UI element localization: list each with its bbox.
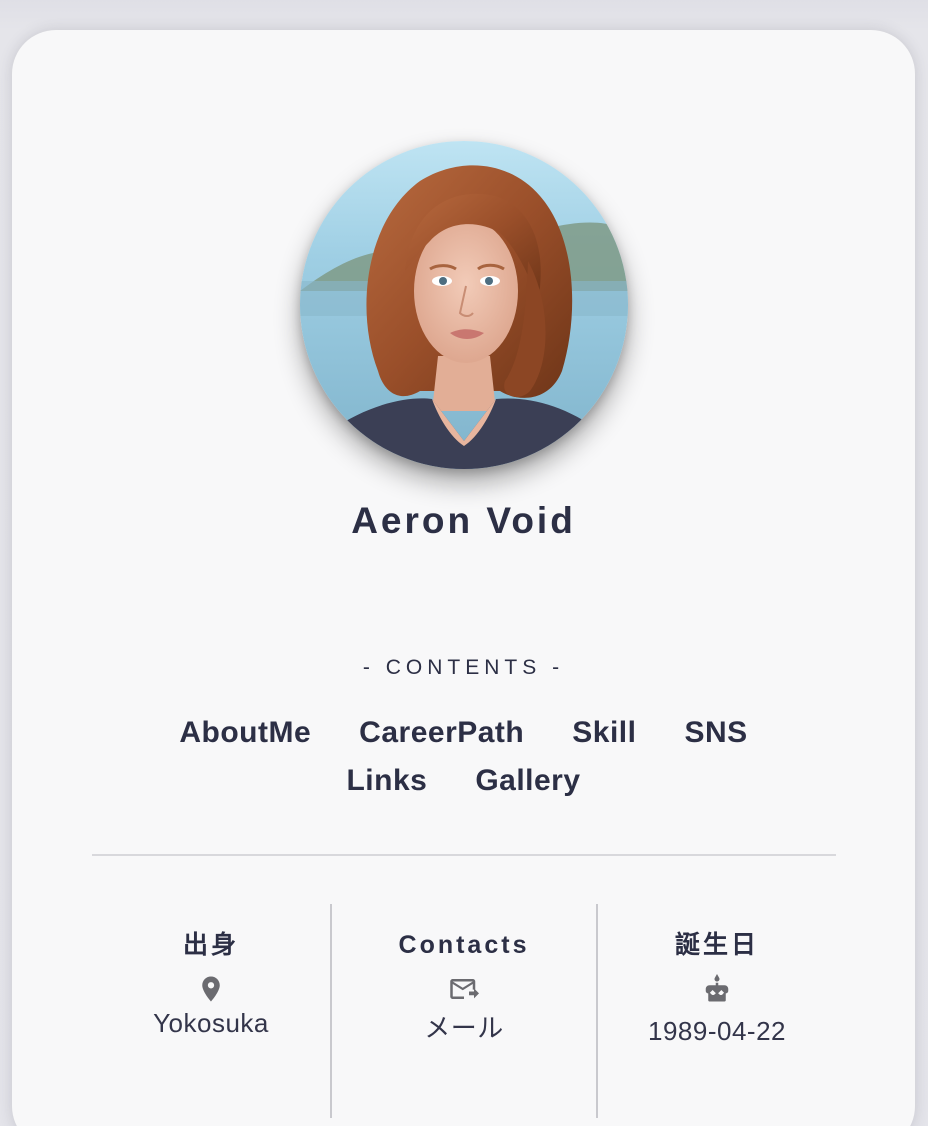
cake-icon (702, 974, 732, 1004)
email-forward-icon[interactable] (449, 974, 479, 1004)
nav-link-careerpath[interactable]: CareerPath (359, 716, 524, 750)
profile-card: Aeron Void - CONTENTS - AboutMe CareerPa… (12, 30, 915, 1126)
nav-link-aboutme[interactable]: AboutMe (179, 716, 311, 750)
birthday-value: 1989-04-22 (648, 1016, 786, 1046)
birthplace-block: 出身 Yokosuka (92, 904, 330, 1118)
section-divider (92, 854, 836, 856)
contacts-block: Contacts メール (332, 904, 596, 1118)
avatar-photo (300, 141, 628, 469)
contents-heading: - CONTENTS - (362, 656, 565, 679)
contents-nav: AboutMe CareerPath Skill SNS Links Galle… (142, 716, 785, 798)
profile-name: Aeron Void (351, 500, 576, 541)
info-section: 出身 Yokosuka Contacts メール 誕生日 1989-04-22 (92, 904, 836, 1118)
page-background: Aeron Void - CONTENTS - AboutMe CareerPa… (0, 0, 928, 1126)
contacts-mail-link[interactable]: メール (332, 1008, 596, 1045)
contacts-label: Contacts (398, 931, 530, 959)
birthday-block: 誕生日 1989-04-22 (598, 904, 836, 1118)
nav-link-sns[interactable]: SNS (684, 716, 747, 750)
nav-link-skill[interactable]: Skill (572, 716, 636, 750)
birthplace-label: 出身 (182, 931, 239, 959)
birthday-label: 誕生日 (674, 931, 759, 959)
nav-link-links[interactable]: Links (346, 764, 427, 798)
nav-link-gallery[interactable]: Gallery (475, 764, 580, 798)
birthplace-value: Yokosuka (153, 1008, 269, 1038)
avatar (300, 141, 628, 469)
location-pin-icon (196, 974, 226, 1004)
